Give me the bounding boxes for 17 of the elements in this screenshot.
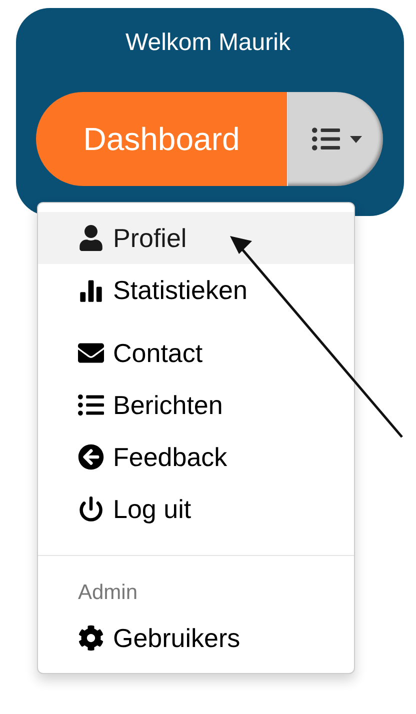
- menu-item[interactable]: Statistieken: [38, 264, 354, 316]
- menu-item[interactable]: Feedback: [38, 431, 354, 483]
- section-header: Admin: [77, 580, 139, 606]
- menu-item[interactable]: Gebruikers: [38, 612, 354, 664]
- power-icon: [78, 496, 104, 522]
- list-icon: [310, 125, 342, 153]
- menu-toggle-button[interactable]: [288, 92, 383, 186]
- arrow-circle-left-icon: [78, 444, 104, 470]
- caret-icon: [350, 136, 362, 142]
- user-icon: [78, 225, 104, 251]
- menu-item[interactable]: Contact: [38, 327, 354, 379]
- menu-item[interactable]: Berichten: [38, 379, 354, 431]
- welcome-title: Welkom Maurik: [126, 28, 290, 58]
- settings-icon: [78, 625, 104, 651]
- list-icon: [78, 392, 104, 418]
- menu-item[interactable]: Profiel: [38, 212, 354, 264]
- menu-item[interactable]: Log uit: [38, 483, 354, 535]
